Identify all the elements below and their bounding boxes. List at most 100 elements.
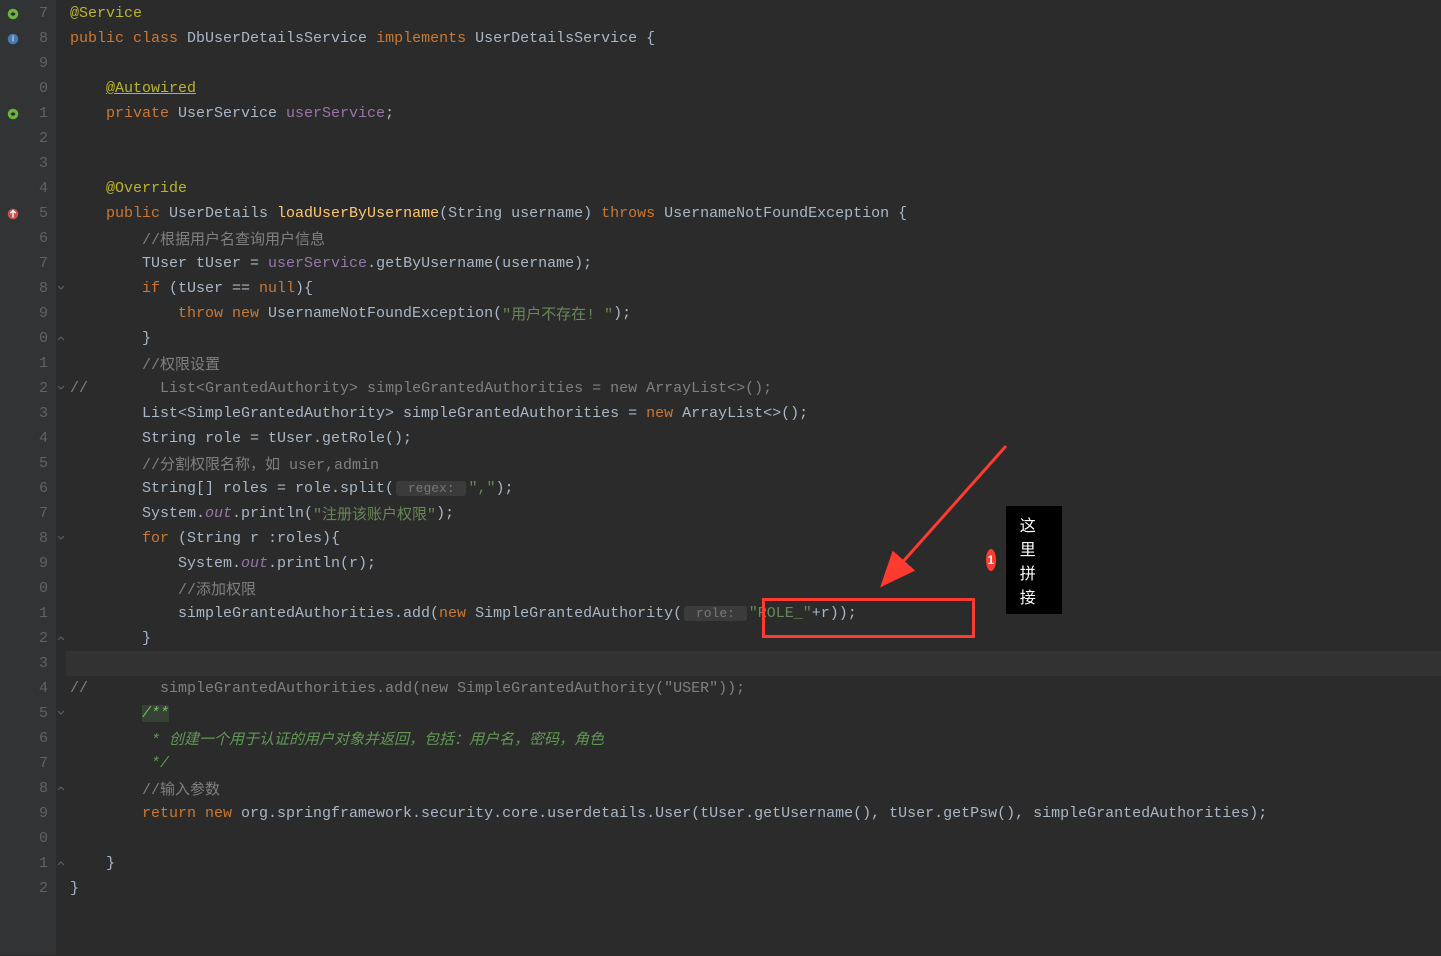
code-line[interactable]: @Service [66,1,1441,26]
fold-close-icon[interactable] [57,634,65,642]
code-line[interactable]: } [66,876,1441,901]
token-hint: role: [684,606,747,621]
code-line[interactable]: TUser tUser = userService.getByUsername(… [66,251,1441,276]
fold-bar[interactable] [56,0,66,955]
code-line[interactable]: simpleGrantedAuthorities.add(new SimpleG… [66,601,1441,626]
gutter-line: 2 [0,126,56,151]
code-editor[interactable]: 78I9012345678901234567890123456789012 1 … [0,0,1441,955]
token-kw: new [205,805,241,822]
code-line[interactable]: List<SimpleGrantedAuthority> simpleGrant… [66,401,1441,426]
code-line[interactable]: //输入参数 [66,776,1441,801]
code-line[interactable]: //分割权限名称，如 user,admin [66,451,1441,476]
token-doc-hl: /** [142,705,169,722]
token-cls: UserDetailsService { [475,30,655,47]
token-str: "," [468,480,495,497]
impl-icon: I [6,32,20,46]
code-line[interactable]: if (tUser == null){ [66,276,1441,301]
token-cls: +r)); [812,605,857,622]
code-line[interactable]: */ [66,751,1441,776]
spring-icon [6,107,20,121]
fold-open-icon[interactable] [57,709,65,717]
gutter-line: 3 [0,401,56,426]
token-cls: .println(r); [268,555,376,572]
code-line[interactable]: //根据用户名查询用户信息 [66,226,1441,251]
code-line[interactable]: System.out.println(r); [66,551,1441,576]
fold-close-icon[interactable] [57,784,65,792]
line-number: 4 [39,180,48,197]
code-line[interactable]: } [66,626,1441,651]
fold-open-icon[interactable] [57,284,65,292]
gutter-line: 0 [0,576,56,601]
token-doc: */ [142,755,169,772]
line-number: 0 [39,330,48,347]
code-line[interactable]: return new org.springframework.security.… [66,801,1441,826]
gutter-line: 4 [0,176,56,201]
code-line[interactable]: throw new UsernameNotFoundException("用户不… [66,301,1441,326]
fold-close-icon[interactable] [57,334,65,342]
code-line[interactable]: public UserDetails loadUserByUsername(St… [66,201,1441,226]
token-cmt: //根据用户名查询用户信息 [142,228,325,249]
line-number: 7 [39,505,48,522]
line-number: 2 [39,380,48,397]
code-line[interactable]: String[] roles = role.split( regex: ",")… [66,476,1441,501]
code-line[interactable]: // List<GrantedAuthority> simpleGrantedA… [66,376,1441,401]
code-area[interactable]: 1 这里拼接 @Servicepublic class DbUserDetail… [66,0,1441,955]
token-str: "用户不存在! " [502,303,613,324]
code-line[interactable] [66,651,1441,676]
line-number: 7 [39,5,48,22]
code-line[interactable]: private UserService userService; [66,101,1441,126]
token-cls: ); [613,305,631,322]
fold-close-icon[interactable] [57,859,65,867]
token-kw: new [439,605,475,622]
code-line[interactable]: /** [66,701,1441,726]
code-line[interactable]: } [66,851,1441,876]
gutter-line: 6 [0,226,56,251]
code-line[interactable]: public class DbUserDetailsService implem… [66,26,1441,51]
code-line[interactable]: String role = tUser.getRole(); [66,426,1441,451]
gutter-line: 5 [0,201,56,226]
code-line[interactable]: } [66,326,1441,351]
token-cls: ; [385,105,394,122]
code-line[interactable] [66,51,1441,76]
token-cls: (tUser == [169,280,259,297]
token-cmt: //权限设置 [142,353,220,374]
token-cls: String role = tUser.getRole(); [142,430,412,447]
token-kw: return [142,805,205,822]
override-icon [6,207,20,221]
token-cmt: simpleGrantedAuthorities.add(new SimpleG… [88,680,745,697]
code-line[interactable] [66,826,1441,851]
token-kw: new [646,405,682,422]
code-line[interactable]: //权限设置 [66,351,1441,376]
code-line[interactable]: @Autowired [66,76,1441,101]
code-line[interactable]: // simpleGrantedAuthorities.add(new Simp… [66,676,1441,701]
fold-open-icon[interactable] [57,384,65,392]
line-number: 5 [39,455,48,472]
token-cls: ){ [295,280,313,297]
line-number: 0 [39,580,48,597]
gutter-line: 4 [0,426,56,451]
code-line[interactable]: //添加权限 [66,576,1441,601]
code-line[interactable]: @Override [66,176,1441,201]
token-str: "注册该账户权限" [313,503,436,524]
code-line[interactable]: * 创建一个用于认证的用户对象并返回，包括：用户名，密码，角色 [66,726,1441,751]
code-line[interactable] [66,151,1441,176]
code-line[interactable]: for (String r :roles){ [66,526,1441,551]
gutter-line: 4 [0,676,56,701]
gutter-line: 9 [0,301,56,326]
line-number: 9 [39,555,48,572]
code-line[interactable] [66,126,1441,151]
gutter-line: 8 [0,276,56,301]
gutter-line: 0 [0,826,56,851]
code-line[interactable]: System.out.println("注册该账户权限"); [66,501,1441,526]
line-number: 3 [39,655,48,672]
line-number: 6 [39,730,48,747]
token-field: userService [286,105,385,122]
line-number: 5 [39,705,48,722]
spring-icon [6,7,20,21]
line-number: 7 [39,255,48,272]
line-number: 1 [39,105,48,122]
token-cmt: // [70,380,88,397]
fold-open-icon[interactable] [57,534,65,542]
gutter-line: 1 [0,601,56,626]
token-cls: UsernameNotFoundException( [268,305,502,322]
